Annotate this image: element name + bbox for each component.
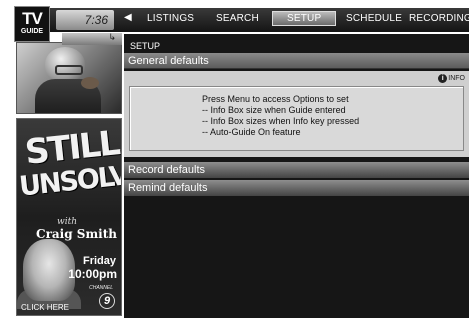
- record-defaults-header[interactable]: Record defaults: [124, 162, 469, 178]
- tv-guide-logo: TV GUIDE: [14, 6, 50, 42]
- info-line-3: -- Info Box sizes when Info key pressed: [202, 116, 360, 126]
- ad-channel-label: CHANNEL: [89, 285, 113, 291]
- ad-with-text: with: [57, 217, 77, 227]
- info-icon: i: [438, 74, 448, 83]
- page-title: SETUP: [130, 41, 161, 51]
- info-badge: i INFO: [438, 74, 465, 83]
- tab-listings[interactable]: LISTINGS: [147, 13, 194, 25]
- info-line-2: -- Info Box size when Guide entered: [202, 105, 346, 115]
- clock-time: 7:36: [84, 13, 108, 27]
- general-defaults-header[interactable]: General defaults: [124, 53, 469, 69]
- host-face-image: [23, 239, 75, 301]
- tab-schedule[interactable]: SCHEDULE: [346, 13, 402, 25]
- info-line-1: Press Menu to access Options to set: [202, 94, 349, 104]
- tab-search[interactable]: SEARCH: [216, 13, 259, 25]
- remind-defaults-header[interactable]: Remind defaults: [124, 180, 469, 196]
- logo-tv-text: TV: [22, 9, 43, 28]
- tab-setup[interactable]: SETUP: [272, 11, 337, 26]
- handle-icon: ↳: [108, 32, 116, 42]
- tab-recordings[interactable]: RECORDINGS: [409, 13, 469, 25]
- football-image: [81, 77, 99, 89]
- info-message-box: Press Menu to access Options to set -- I…: [129, 86, 464, 151]
- football-helmet-image: [45, 47, 85, 81]
- live-video-window[interactable]: [16, 42, 122, 114]
- setup-panel: SETUP General defaults i INFO Press Menu …: [124, 34, 469, 318]
- info-badge-label: INFO: [448, 75, 465, 82]
- ad-time: 10:00pm: [68, 267, 117, 281]
- ad-channel-number: 9: [99, 293, 115, 309]
- clock-display: 7:36: [56, 10, 114, 30]
- helmet-facemask: [55, 65, 83, 75]
- ad-click-here[interactable]: CLICK HERE: [21, 303, 69, 313]
- video-tab-handle[interactable]: ↳: [62, 32, 122, 45]
- general-defaults-content: i INFO Press Menu to access Options to se…: [124, 71, 469, 157]
- promo-ad-banner[interactable]: STILL UNSOLVED with Craig Smith Friday 1…: [16, 118, 122, 316]
- logo-guide-text: GUIDE: [20, 28, 44, 35]
- nav-left-arrow-icon[interactable]: ◀: [124, 12, 132, 23]
- ad-day: Friday: [82, 255, 116, 267]
- info-line-4: -- Auto-Guide On feature: [202, 127, 301, 137]
